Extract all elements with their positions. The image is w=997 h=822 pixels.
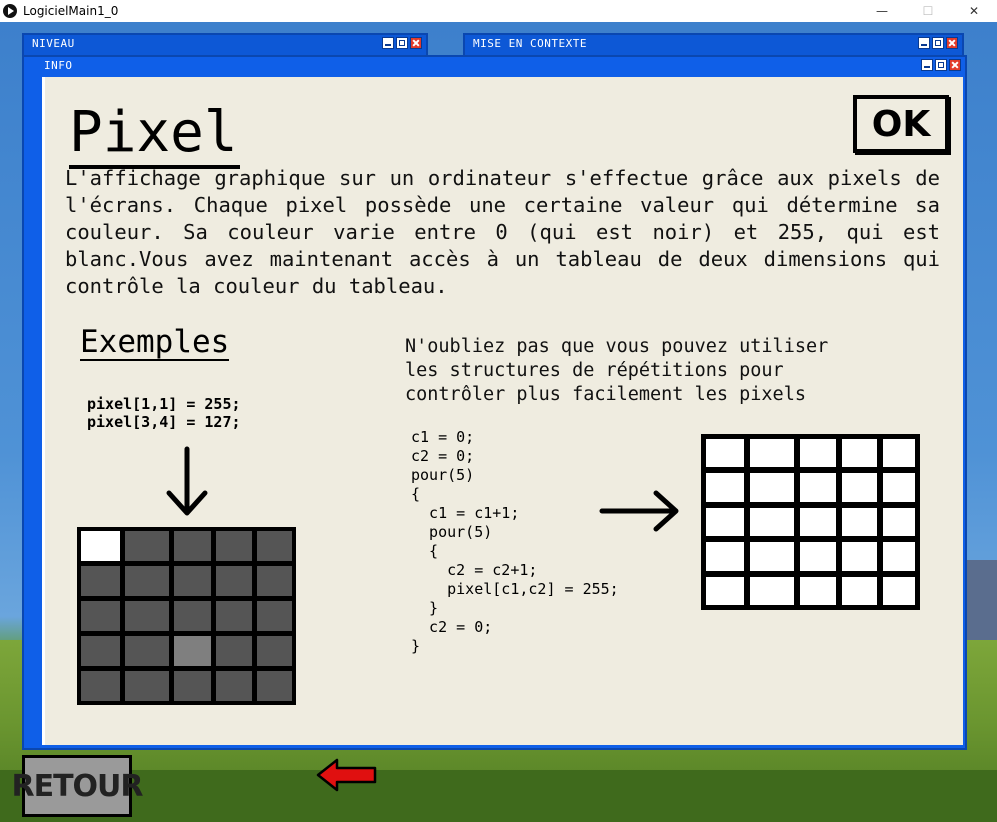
pixel-cell [257, 531, 292, 561]
pixel-cell [841, 439, 877, 468]
pixel-cell [841, 542, 877, 571]
down-arrow-icon [166, 446, 208, 516]
pixel-cell [216, 636, 253, 666]
pixel-cell [81, 636, 120, 666]
pixel-cell [173, 566, 212, 596]
contexte-window-controls [918, 37, 958, 49]
background-ground-dark [0, 770, 997, 822]
window-controls: — ☐ ✕ [859, 0, 997, 22]
niveau-window-controls [382, 37, 422, 49]
pixel-cell [706, 542, 744, 571]
niveau-window-title: NIVEAU [32, 37, 75, 50]
pixel-cell [882, 507, 915, 537]
pixel-cell [216, 601, 253, 631]
pixel-cell [173, 531, 212, 561]
play-circle-icon [3, 4, 17, 18]
example-code: pixel[1,1] = 255; pixel[3,4] = 127; [87, 395, 241, 431]
pixel-cell [124, 601, 169, 631]
pixel-cell [81, 566, 120, 596]
pixel-cell [173, 671, 212, 701]
maximize-button[interactable]: ☐ [905, 0, 951, 22]
pixel-cell [706, 507, 744, 537]
close-button[interactable]: ✕ [951, 0, 997, 22]
contexte-window[interactable]: MISE EN CONTEXTE [463, 33, 964, 57]
niveau-close-button[interactable] [410, 37, 422, 49]
ok-button[interactable]: OK [853, 95, 949, 153]
pixel-cell [257, 566, 292, 596]
pixel-cell [173, 636, 212, 666]
contexte-maximize-button[interactable] [932, 37, 944, 49]
page-title: Pixel [69, 101, 240, 169]
pixel-cell [124, 566, 169, 596]
pixel-cell [749, 439, 795, 468]
contexte-close-button[interactable] [946, 37, 958, 49]
pixel-cell [800, 576, 836, 605]
pixel-cell [173, 601, 212, 631]
pixel-cell [749, 542, 795, 571]
pixel-cell [81, 531, 120, 561]
pixel-cell [257, 671, 292, 701]
pixel-cell [124, 531, 169, 561]
pixel-cell [216, 531, 253, 561]
pixel-cell [841, 576, 877, 605]
info-window[interactable]: INFO Pixel OK L'affichage graphique sur … [22, 55, 967, 750]
pixel-cell [882, 473, 915, 502]
pixel-grid-example [77, 527, 296, 705]
pixel-cell [800, 439, 836, 468]
contexte-window-title: MISE EN CONTEXTE [473, 37, 587, 50]
retour-button[interactable]: RETOUR [11, 755, 144, 817]
pixel-cell [706, 473, 744, 502]
niveau-minimize-button[interactable] [382, 37, 394, 49]
red-left-arrow-icon[interactable] [315, 757, 379, 793]
loop-code: c1 = 0; c2 = 0; pour(5) { c1 = c1+1; pou… [411, 428, 619, 655]
info-content: Pixel OK L'affichage graphique sur un or… [42, 77, 963, 745]
minimize-button[interactable]: — [859, 0, 905, 22]
right-arrow-icon [599, 490, 679, 532]
explanation-text: L'affichage graphique sur un ordinateur … [65, 166, 940, 298]
info-maximize-button[interactable] [935, 59, 947, 71]
pixel-cell [257, 601, 292, 631]
pixel-cell [882, 576, 915, 605]
pixel-cell [749, 507, 795, 537]
pixel-cell [706, 576, 744, 605]
pixel-cell [81, 601, 120, 631]
pixel-cell [882, 439, 915, 468]
pixel-cell [841, 473, 877, 502]
niveau-maximize-button[interactable] [396, 37, 408, 49]
info-minimize-button[interactable] [921, 59, 933, 71]
pixel-cell [749, 473, 795, 502]
info-close-button[interactable] [949, 59, 961, 71]
contexte-minimize-button[interactable] [918, 37, 930, 49]
pixel-cell [800, 542, 836, 571]
pixel-cell [124, 671, 169, 701]
info-window-title: INFO [44, 59, 73, 72]
pixel-cell [841, 507, 877, 537]
info-window-controls [921, 59, 961, 71]
pixel-cell [749, 576, 795, 605]
pixel-cell [216, 671, 253, 701]
pixel-cell [216, 566, 253, 596]
examples-heading: Exemples [80, 324, 230, 361]
pixel-cell [800, 507, 836, 537]
pixel-cell [81, 671, 120, 701]
pixel-cell [882, 542, 915, 571]
pixel-cell [800, 473, 836, 502]
pixel-cell [124, 636, 169, 666]
title-bar: LogicielMain1_0 — ☐ ✕ [0, 0, 997, 22]
pixel-grid-result [701, 434, 920, 610]
repetition-note: N'oubliez pas que vous pouvez utiliser l… [405, 336, 829, 405]
pixel-cell [257, 636, 292, 666]
pixel-cell [706, 439, 744, 468]
window-title: LogicielMain1_0 [23, 4, 119, 18]
